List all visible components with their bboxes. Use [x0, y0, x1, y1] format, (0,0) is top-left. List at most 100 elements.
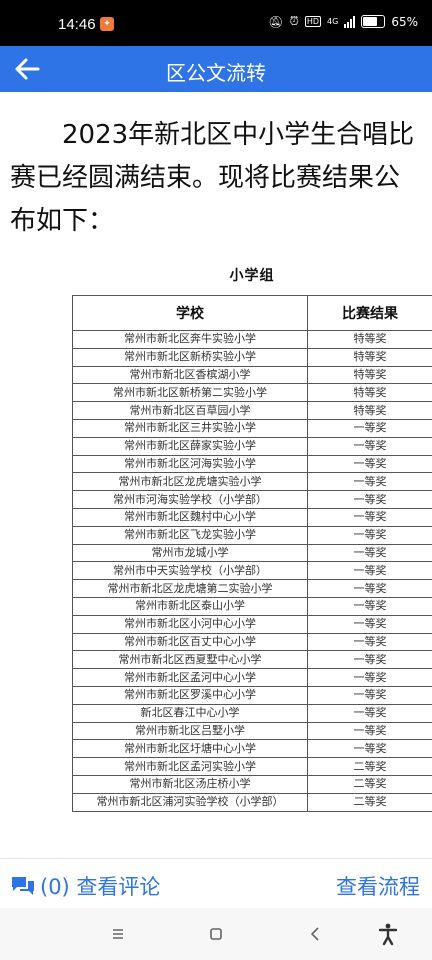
signal-icon	[344, 15, 356, 28]
school-name-cell: 常州市新北区奔牛实验小学	[72, 330, 308, 349]
school-name-cell: 常州市新北区百丈中心小学	[72, 632, 308, 652]
table-row: 常州市新北区泰山小学 一等奖	[72, 596, 432, 616]
table-row: 常州市新北区香槟湖小学 特等奖	[72, 365, 432, 385]
result-cell: 一等奖	[307, 632, 432, 652]
accessibility-button[interactable]	[376, 922, 400, 946]
table-row: 常州市新北区薛家实验小学 一等奖	[72, 436, 432, 456]
table-row: 常州市新北区孟河中心小学 一等奖	[72, 668, 432, 687]
home-nav-button[interactable]	[204, 922, 228, 946]
battery-icon	[361, 15, 386, 28]
table-row: 常州市中天实验学校（小学部） 一等奖	[72, 561, 432, 581]
table-row: 常州市河海实验学校（小学部） 一等奖	[72, 490, 432, 509]
school-name-cell: 常州市新北区孟河实验小学	[72, 757, 308, 776]
table-row: 常州市新北区孟河实验小学 二等奖	[72, 757, 432, 776]
alarm-icon: ⏰︎	[289, 14, 299, 28]
school-name-cell: 常州市新北区圩塘中心小学	[72, 739, 308, 759]
school-name-cell: 常州市新北区汤庄桥小学	[72, 774, 308, 794]
result-cell: 一等奖	[307, 668, 432, 687]
table-row: 常州市新北区西夏墅中心小学 一等奖	[72, 650, 432, 670]
table-row: 新北区春江中心小学 一等奖	[72, 703, 432, 723]
school-name-cell: 常州市新北区魏村中心小学	[72, 507, 308, 527]
table-row: 常州市新北区百草园小学 特等奖	[72, 401, 432, 420]
table-row: 常州市新北区新桥第二实验小学 特等奖	[72, 383, 432, 403]
table-row: 常州市新北区魏村中心小学 一等奖	[72, 507, 432, 527]
table-row: 常州市新北区圩塘中心小学 一等奖	[72, 739, 432, 759]
result-cell: 一等奖	[307, 525, 432, 545]
result-cell: 一等奖	[307, 454, 432, 474]
accessibility-icon	[378, 923, 398, 946]
school-name-cell: 新北区春江中心小学	[72, 703, 308, 723]
article-content[interactable]: 2023年新北区中小学生合唱比赛已经圆满结束。现将比赛结果公布如下： 小学组 学…	[0, 92, 432, 858]
comment-icon	[12, 877, 34, 895]
table-row: 常州市新北区罗溪中心小学 一等奖	[72, 685, 432, 705]
table-row: 常州市新北区飞龙实验小学 一等奖	[72, 525, 432, 545]
system-nav-bar	[0, 908, 432, 960]
school-name-cell: 常州市新北区龙虎塘实验小学	[72, 472, 308, 492]
school-name-cell: 常州市新北区小河中心小学	[72, 614, 308, 634]
school-name-cell: 常州市新北区百草园小学	[72, 401, 308, 420]
bottom-action-bar: (0) 查看评论 查看流程	[0, 858, 432, 909]
table-row: 常州市龙城小学 一等奖	[72, 543, 432, 563]
back-nav-button[interactable]	[304, 922, 328, 946]
result-cell: 一等奖	[307, 650, 432, 670]
school-name-cell: 常州市新北区河海实验小学	[72, 454, 308, 474]
school-name-cell: 常州市中天实验学校（小学部）	[72, 561, 308, 581]
home-icon	[210, 928, 222, 940]
result-cell: 一等奖	[307, 561, 432, 581]
school-name-cell: 常州市新北区吕墅小学	[72, 721, 308, 741]
result-cell: 一等奖	[307, 739, 432, 759]
school-name-cell: 常州市新北区西夏墅中心小学	[72, 650, 308, 670]
table-row: 常州市新北区小河中心小学 一等奖	[72, 614, 432, 634]
school-name-cell: 常州市新北区三井实验小学	[72, 418, 308, 438]
school-name-cell: 常州市河海实验学校（小学部）	[72, 490, 308, 509]
table-header-row: 学校 比赛结果	[72, 295, 432, 331]
table-row: 常州市新北区河海实验小学 一等奖	[72, 454, 432, 474]
view-flow-button[interactable]: 查看流程	[336, 871, 420, 901]
battery-percent: 65%	[391, 14, 418, 29]
result-cell: 一等奖	[307, 614, 432, 634]
result-cell: 特等奖	[307, 383, 432, 403]
result-cell: 一等奖	[307, 436, 432, 456]
result-cell: 一等奖	[307, 721, 432, 741]
result-cell: 二等奖	[307, 792, 432, 812]
status-icons: 🔕︎ ⏰︎ HD 4G 65%	[268, 14, 418, 29]
result-cell: 一等奖	[307, 703, 432, 723]
result-cell: 一等奖	[307, 418, 432, 438]
school-name-cell: 常州市新北区香槟湖小学	[72, 365, 308, 385]
app-bar: 区公文流转	[0, 46, 432, 92]
school-name-cell: 常州市新北区飞龙实验小学	[72, 525, 308, 545]
result-cell: 一等奖	[307, 472, 432, 492]
result-cell: 特等奖	[307, 347, 432, 367]
table-row: 常州市新北区龙虎塘第二实验小学 一等奖	[72, 579, 432, 598]
table-row: 常州市新北区新桥实验小学 特等奖	[72, 347, 432, 367]
results-table: 学校 比赛结果 常州市新北区奔牛实验小学 特等奖 常州市新北区新桥实验小学 特等奖 常州…	[72, 295, 432, 812]
school-name-cell: 常州市龙城小学	[72, 543, 308, 563]
table-row: 常州市新北区三井实验小学 一等奖	[72, 418, 432, 438]
school-name-cell: 常州市新北区浦河实验学校（小学部）	[72, 792, 308, 812]
result-cell: 二等奖	[307, 757, 432, 776]
school-name-cell: 常州市新北区新桥第二实验小学	[72, 383, 308, 403]
intro-paragraph: 2023年新北区中小学生合唱比赛已经圆满结束。现将比赛结果公布如下：	[10, 120, 415, 236]
network-type-icon: 4G	[327, 17, 339, 26]
result-cell: 特等奖	[307, 330, 432, 349]
view-comments-label: (0) 查看评论	[40, 875, 161, 899]
result-cell: 一等奖	[307, 543, 432, 563]
table-row: 常州市新北区百丈中心小学 一等奖	[72, 632, 432, 652]
page-title: 区公文流转	[166, 61, 266, 85]
group-title: 小学组	[229, 268, 275, 284]
result-cell: 二等奖	[307, 774, 432, 794]
result-cell: 一等奖	[307, 507, 432, 527]
school-name-cell: 常州市新北区薛家实验小学	[72, 436, 308, 456]
column-header-school: 学校	[72, 295, 308, 331]
table-row: 常州市新北区奔牛实验小学 特等奖	[72, 330, 432, 349]
school-name-cell: 常州市新北区罗溪中心小学	[72, 685, 308, 705]
menu-nav-button[interactable]	[106, 922, 130, 946]
result-cell: 一等奖	[307, 596, 432, 616]
view-comments-button[interactable]: (0) 查看评论	[10, 871, 160, 901]
mute-icon: 🔕︎	[268, 14, 284, 29]
school-name-cell: 常州市新北区新桥实验小学	[72, 347, 308, 367]
results-document: 小学组 学校 比赛结果 常州市新北区奔牛实验小学 特等奖 常州市新北区新桥实验小学特…	[72, 265, 432, 812]
result-cell: 一等奖	[307, 490, 432, 509]
status-bar: 14:46 ✦ 🔕︎ ⏰︎ HD 4G 65%	[0, 0, 432, 46]
result-cell: 特等奖	[307, 365, 432, 385]
